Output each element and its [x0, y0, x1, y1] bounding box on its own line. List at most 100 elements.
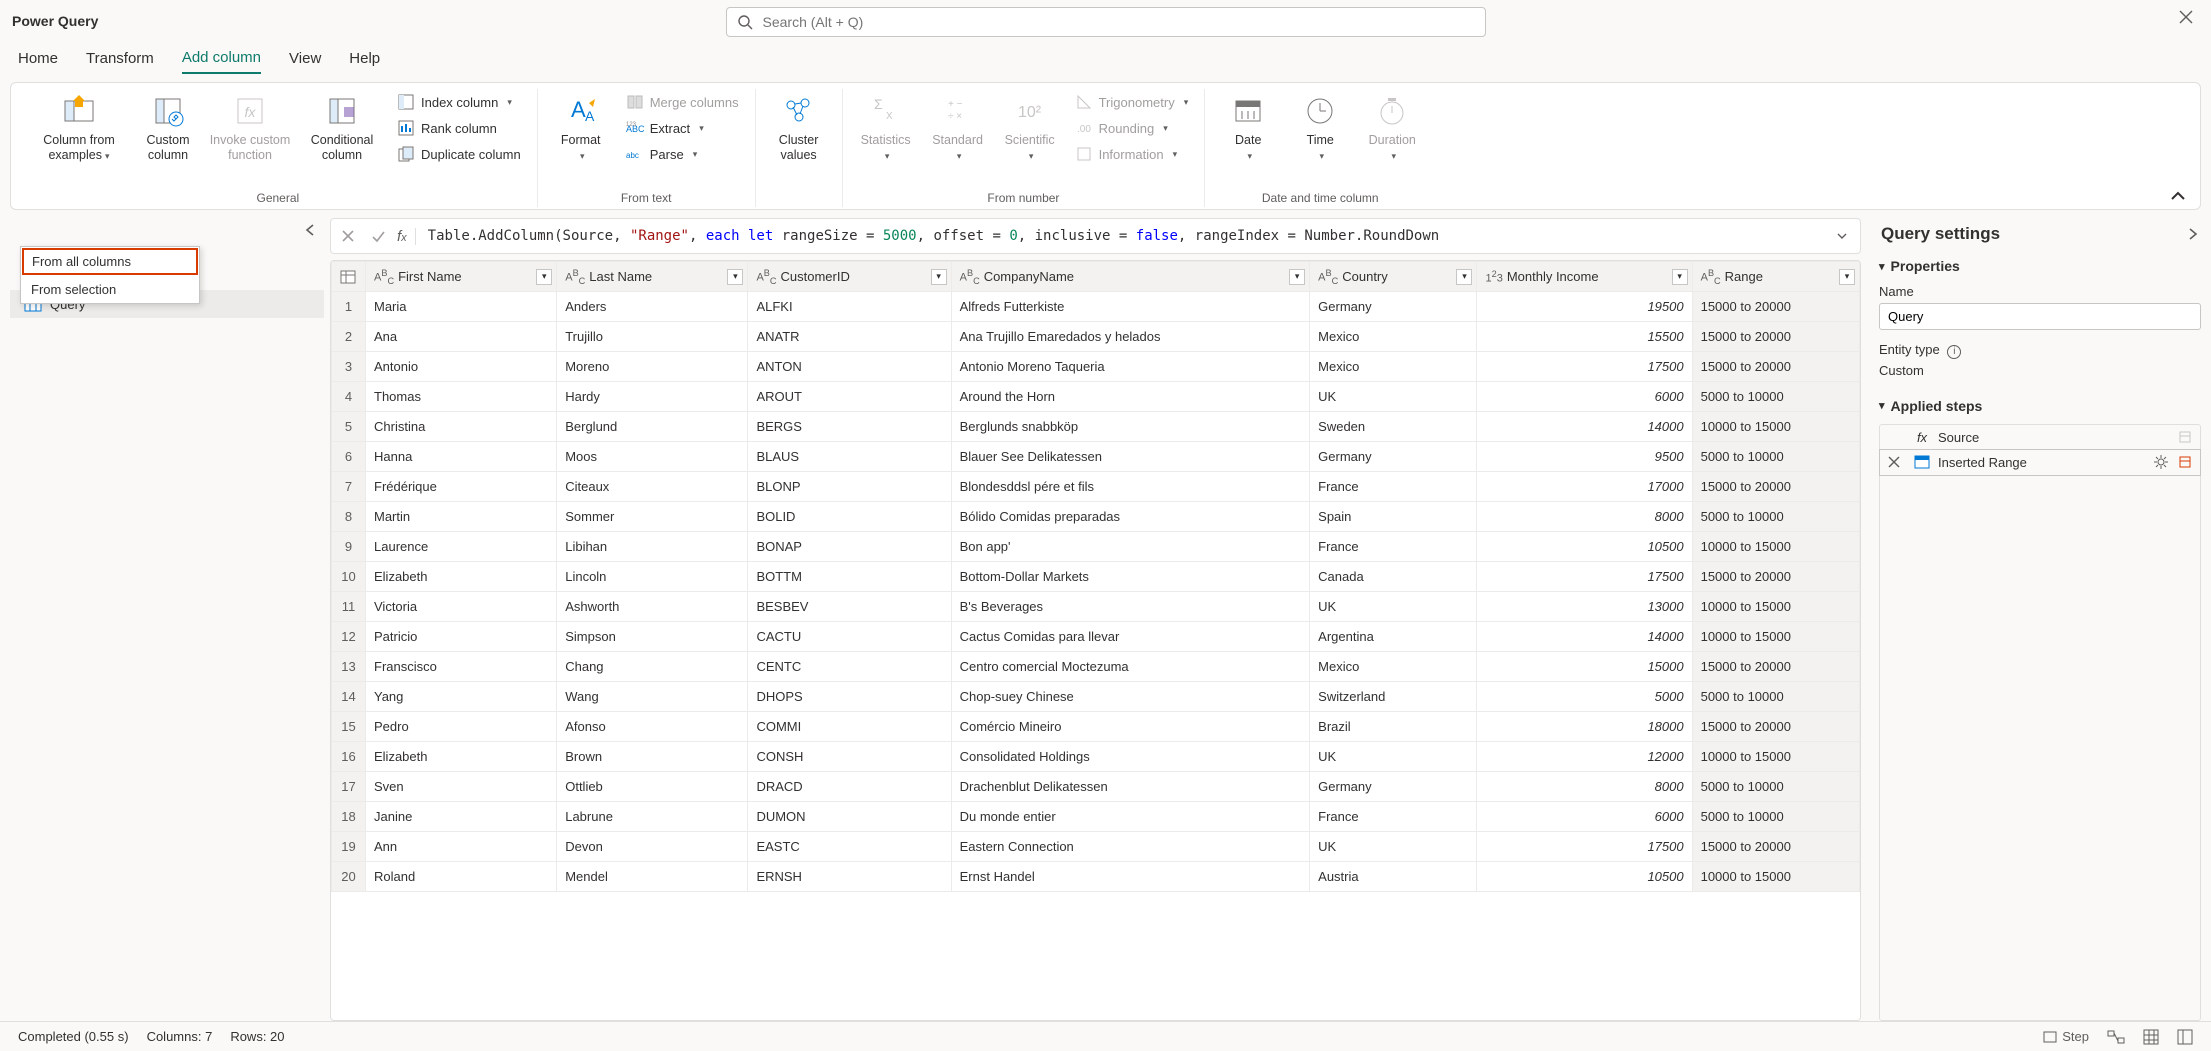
- grid-cell[interactable]: B's Beverages: [951, 592, 1310, 622]
- grid-cell[interactable]: Mexico: [1310, 322, 1477, 352]
- row-number[interactable]: 4: [332, 382, 366, 412]
- row-number[interactable]: 12: [332, 622, 366, 652]
- grid-cell[interactable]: Thomas: [366, 382, 557, 412]
- row-number[interactable]: 18: [332, 802, 366, 832]
- column-header[interactable]: ABC CustomerID▾: [748, 262, 951, 292]
- grid-cell[interactable]: Simpson: [557, 622, 748, 652]
- ribbon-collapse-button[interactable]: [2170, 191, 2186, 201]
- grid-cell[interactable]: Berglund: [557, 412, 748, 442]
- grid-cell[interactable]: Mendel: [557, 862, 748, 892]
- grid-cell[interactable]: 15000 to 20000: [1692, 832, 1859, 862]
- grid-cell[interactable]: BERGS: [748, 412, 951, 442]
- column-filter-button[interactable]: ▾: [1672, 269, 1688, 285]
- grid-cell[interactable]: Elizabeth: [366, 742, 557, 772]
- grid-cell[interactable]: UK: [1310, 742, 1477, 772]
- column-header[interactable]: ABC Range▾: [1692, 262, 1859, 292]
- index-column-button[interactable]: Index column▾: [391, 91, 527, 113]
- grid-cell[interactable]: Berglunds snabbköp: [951, 412, 1310, 442]
- grid-cell[interactable]: 15000 to 20000: [1692, 562, 1859, 592]
- rank-column-button[interactable]: Rank column: [391, 117, 527, 139]
- grid-cell[interactable]: Canada: [1310, 562, 1477, 592]
- applied-step[interactable]: Inserted Range: [1880, 450, 2200, 475]
- grid-cell[interactable]: Blauer See Delikatessen: [951, 442, 1310, 472]
- parse-button[interactable]: abc Parse▾: [620, 143, 745, 165]
- grid-cell[interactable]: 10000 to 15000: [1692, 532, 1859, 562]
- grid-cell[interactable]: Hardy: [557, 382, 748, 412]
- tab-view[interactable]: View: [289, 50, 321, 73]
- grid-view-button[interactable]: [2143, 1029, 2159, 1045]
- info-icon[interactable]: i: [1947, 345, 1961, 359]
- grid-cell[interactable]: 5000: [1477, 682, 1692, 712]
- grid-cell[interactable]: Bólido Comidas preparadas: [951, 502, 1310, 532]
- grid-cell[interactable]: 8000: [1477, 772, 1692, 802]
- grid-cell[interactable]: Cactus Comidas para llevar: [951, 622, 1310, 652]
- grid-cell[interactable]: EASTC: [748, 832, 951, 862]
- grid-cell[interactable]: Comércio Mineiro: [951, 712, 1310, 742]
- grid-cell[interactable]: Maria: [366, 292, 557, 322]
- grid-cell[interactable]: Brazil: [1310, 712, 1477, 742]
- grid-cell[interactable]: ANATR: [748, 322, 951, 352]
- grid-cell[interactable]: Wang: [557, 682, 748, 712]
- column-filter-button[interactable]: ▾: [536, 269, 552, 285]
- column-header[interactable]: ABC Last Name▾: [557, 262, 748, 292]
- column-filter-button[interactable]: ▾: [727, 269, 743, 285]
- row-number[interactable]: 7: [332, 472, 366, 502]
- grid-cell[interactable]: 15000 to 20000: [1692, 472, 1859, 502]
- grid-cell[interactable]: Drachenblut Delikatessen: [951, 772, 1310, 802]
- grid-cell[interactable]: Sommer: [557, 502, 748, 532]
- column-filter-button[interactable]: ▾: [1289, 269, 1305, 285]
- grid-cell[interactable]: Moos: [557, 442, 748, 472]
- grid-cell[interactable]: 13000: [1477, 592, 1692, 622]
- grid-cell[interactable]: 17500: [1477, 832, 1692, 862]
- collapse-queries-button[interactable]: [304, 224, 316, 236]
- grid-cell[interactable]: Germany: [1310, 292, 1477, 322]
- grid-cell[interactable]: 5000 to 10000: [1692, 382, 1859, 412]
- rounding-button[interactable]: .00 Rounding▾: [1069, 117, 1195, 139]
- grid-cell[interactable]: 9500: [1477, 442, 1692, 472]
- grid-cell[interactable]: CENTC: [748, 652, 951, 682]
- grid-cell[interactable]: Laurence: [366, 532, 557, 562]
- expand-settings-button[interactable]: [2187, 228, 2199, 240]
- row-number[interactable]: 16: [332, 742, 366, 772]
- tab-home[interactable]: Home: [18, 50, 58, 73]
- grid-cell[interactable]: Sven: [366, 772, 557, 802]
- grid-cell[interactable]: 6000: [1477, 802, 1692, 832]
- grid-cell[interactable]: Mexico: [1310, 352, 1477, 382]
- grid-cell[interactable]: Eastern Connection: [951, 832, 1310, 862]
- grid-cell[interactable]: 14000: [1477, 622, 1692, 652]
- grid-cell[interactable]: France: [1310, 802, 1477, 832]
- duplicate-column-button[interactable]: Duplicate column: [391, 143, 527, 165]
- grid-cell[interactable]: Chop-suey Chinese: [951, 682, 1310, 712]
- trigonometry-button[interactable]: Trigonometry▾: [1069, 91, 1195, 113]
- grid-cell[interactable]: BONAP: [748, 532, 951, 562]
- duration-button[interactable]: Duration▾: [1359, 89, 1425, 167]
- standard-button[interactable]: + −÷ × Standard▾: [925, 89, 991, 167]
- grid-cell[interactable]: Argentina: [1310, 622, 1477, 652]
- grid-cell[interactable]: ERNSH: [748, 862, 951, 892]
- grid-cell[interactable]: 10000 to 15000: [1692, 622, 1859, 652]
- grid-cell[interactable]: Chang: [557, 652, 748, 682]
- grid-cell[interactable]: 5000 to 10000: [1692, 772, 1859, 802]
- grid-cell[interactable]: 17000: [1477, 472, 1692, 502]
- query-name-input[interactable]: [1879, 303, 2201, 330]
- grid-cell[interactable]: 15000 to 20000: [1692, 652, 1859, 682]
- formula-text[interactable]: Table.AddColumn(Source, "Range", each le…: [428, 228, 1822, 244]
- grid-cell[interactable]: Ashworth: [557, 592, 748, 622]
- grid-cell[interactable]: Patricio: [366, 622, 557, 652]
- scientific-button[interactable]: 10² Scientific▾: [997, 89, 1063, 167]
- tab-transform[interactable]: Transform: [86, 50, 154, 73]
- grid-cell[interactable]: Franscisco: [366, 652, 557, 682]
- row-number[interactable]: 6: [332, 442, 366, 472]
- grid-cell[interactable]: Citeaux: [557, 472, 748, 502]
- grid-cell[interactable]: Christina: [366, 412, 557, 442]
- grid-cell[interactable]: Ana Trujillo Emaredados y helados: [951, 322, 1310, 352]
- grid-cell[interactable]: 10000 to 15000: [1692, 412, 1859, 442]
- grid-cell[interactable]: AROUT: [748, 382, 951, 412]
- grid-cell[interactable]: Elizabeth: [366, 562, 557, 592]
- from-all-columns-item[interactable]: From all columns: [22, 248, 198, 275]
- grid-cell[interactable]: France: [1310, 532, 1477, 562]
- grid-cell[interactable]: 15000 to 20000: [1692, 292, 1859, 322]
- grid-cell[interactable]: 5000 to 10000: [1692, 682, 1859, 712]
- grid-cell[interactable]: Anders: [557, 292, 748, 322]
- merge-columns-button[interactable]: Merge columns: [620, 91, 745, 113]
